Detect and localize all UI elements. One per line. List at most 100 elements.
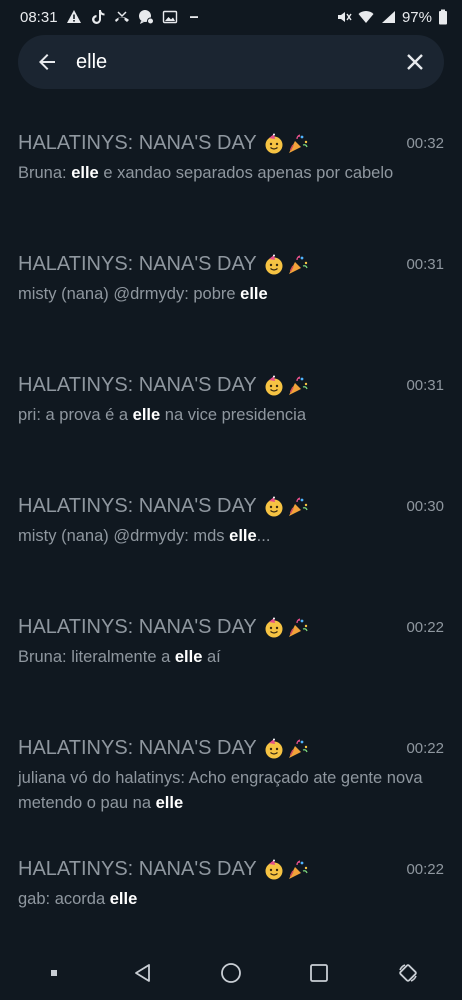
message-time: 00:31 — [406, 256, 444, 273]
party-face-icon — [265, 254, 283, 274]
message-text-before: a prova é a — [45, 406, 133, 424]
wifi-icon — [358, 9, 374, 25]
search-bar — [18, 35, 444, 89]
search-result-item[interactable]: HALATINYS: NANA'S DAY 00:31 pri: a prova… — [0, 360, 462, 481]
arrow-left-icon[interactable] — [34, 49, 60, 75]
chat-title: HALATINYS: NANA'S DAY — [18, 737, 309, 760]
search-result-item[interactable]: HALATINYS: NANA'S DAY 00:22 juliana vó d… — [0, 723, 462, 844]
battery-icon — [438, 9, 448, 25]
message-time: 00:31 — [406, 377, 444, 394]
message-text-before: mds — [193, 527, 230, 545]
party-popper-icon — [288, 496, 308, 516]
back-triangle-icon[interactable] — [125, 955, 161, 991]
message-time: 00:32 — [406, 135, 444, 152]
chat-title: HALATINYS: NANA'S DAY — [18, 253, 309, 276]
chat-bubble-icon — [138, 9, 154, 25]
party-face-icon — [265, 617, 283, 637]
image-icon — [162, 9, 178, 25]
message-text-after: ... — [256, 527, 271, 545]
tiktok-icon — [90, 9, 106, 25]
chat-title-text: HALATINYS: NANA'S DAY — [18, 253, 257, 275]
message-sender: gab: — [18, 890, 55, 908]
message-text-after: aí — [202, 648, 221, 666]
message-sender: misty (nana) @drmydy: — [18, 285, 194, 303]
party-emoji-icons — [263, 254, 309, 276]
status-right: 97% — [336, 9, 448, 26]
search-highlight: elle — [109, 890, 138, 908]
home-circle-icon[interactable] — [213, 955, 249, 991]
search-highlight: elle — [155, 794, 184, 812]
chat-title-text: HALATINYS: NANA'S DAY — [18, 374, 257, 396]
party-emoji-icons — [263, 375, 309, 397]
message-text-after: e xandao separados apenas por cabelo — [98, 164, 394, 182]
message-snippet: juliana vó do halatinys: Acho engraçado … — [18, 766, 444, 816]
message-snippet: misty (nana) @drmydy: pobre elle — [18, 282, 444, 307]
search-highlight: elle — [71, 164, 99, 182]
search-result-item[interactable]: HALATINYS: NANA'S DAY 00:22 Bruna: liter… — [0, 602, 462, 723]
party-face-icon — [265, 496, 283, 516]
result-header: HALATINYS: NANA'S DAY 00:32 — [18, 118, 444, 155]
mute-icon — [336, 9, 352, 25]
result-header: HALATINYS: NANA'S DAY 00:22 — [18, 602, 444, 639]
message-snippet: Bruna: literalmente a elle aí — [18, 645, 444, 670]
chat-title-text: HALATINYS: NANA'S DAY — [18, 858, 257, 880]
party-popper-icon — [288, 133, 308, 153]
search-highlight: elle — [174, 648, 203, 666]
overview-square-icon[interactable] — [301, 955, 337, 991]
party-popper-icon — [288, 738, 308, 758]
party-face-icon — [265, 375, 283, 395]
search-results-list: HALATINYS: NANA'S DAY 00:32 Bruna: elle … — [0, 118, 462, 965]
message-text-before: pobre — [193, 285, 241, 303]
chat-title-text: HALATINYS: NANA'S DAY — [18, 132, 257, 154]
warning-icon — [66, 9, 82, 25]
result-header: HALATINYS: NANA'S DAY 00:31 — [18, 239, 444, 276]
missed-call-icon — [114, 9, 130, 25]
chat-title-text: HALATINYS: NANA'S DAY — [18, 737, 257, 759]
party-face-icon — [265, 738, 283, 758]
message-time: 00:22 — [406, 740, 444, 757]
party-popper-icon — [288, 617, 308, 637]
party-emoji-icons — [263, 738, 309, 760]
status-time: 08:31 — [20, 8, 58, 26]
party-emoji-icons — [263, 133, 309, 155]
result-header: HALATINYS: NANA'S DAY 00:22 — [18, 723, 444, 760]
minus-icon — [186, 9, 202, 25]
search-result-item[interactable]: HALATINYS: NANA'S DAY 00:32 Bruna: elle … — [0, 118, 462, 239]
chat-title: HALATINYS: NANA'S DAY — [18, 132, 309, 155]
status-bar: 08:31 97% — [0, 0, 462, 34]
signal-icon — [380, 9, 396, 25]
chat-title: HALATINYS: NANA'S DAY — [18, 858, 309, 881]
party-popper-icon — [288, 375, 308, 395]
message-snippet: Bruna: elle e xandao separados apenas po… — [18, 161, 444, 186]
battery-percent: 97% — [401, 8, 432, 26]
message-snippet: gab: acorda elle — [18, 887, 444, 912]
message-time: 00:22 — [406, 861, 444, 878]
message-text-after: na vice presidencia — [160, 406, 307, 424]
result-header: HALATINYS: NANA'S DAY 00:31 — [18, 360, 444, 397]
close-icon[interactable] — [402, 49, 428, 75]
message-snippet: pri: a prova é a elle na vice presidenci… — [18, 403, 444, 428]
search-result-item[interactable]: HALATINYS: NANA'S DAY 00:31 misty (nana)… — [0, 239, 462, 360]
message-sender: juliana vó do halatinys: — [18, 769, 189, 787]
party-emoji-icons — [263, 859, 309, 881]
search-input[interactable] — [76, 50, 402, 74]
message-snippet: misty (nana) @drmydy: mds elle... — [18, 524, 444, 549]
chat-title: HALATINYS: NANA'S DAY — [18, 495, 309, 518]
recents-dot-icon[interactable] — [36, 955, 72, 991]
party-emoji-icons — [263, 496, 309, 518]
rotate-icon[interactable] — [390, 955, 426, 991]
message-sender: misty (nana) @drmydy: — [18, 527, 194, 545]
chat-title: HALATINYS: NANA'S DAY — [18, 616, 309, 639]
search-highlight: elle — [229, 527, 257, 545]
status-left: 08:31 — [20, 9, 202, 26]
chat-title-text: HALATINYS: NANA'S DAY — [18, 495, 257, 517]
party-emoji-icons — [263, 617, 309, 639]
result-header: HALATINYS: NANA'S DAY 00:30 — [18, 481, 444, 518]
search-result-item[interactable]: HALATINYS: NANA'S DAY 00:30 misty (nana)… — [0, 481, 462, 602]
message-time: 00:30 — [406, 498, 444, 515]
chat-title-text: HALATINYS: NANA'S DAY — [18, 616, 257, 638]
party-face-icon — [265, 859, 283, 879]
message-text-before: acorda — [54, 890, 110, 908]
message-text-before: literalmente a — [71, 648, 175, 666]
party-popper-icon — [288, 254, 308, 274]
